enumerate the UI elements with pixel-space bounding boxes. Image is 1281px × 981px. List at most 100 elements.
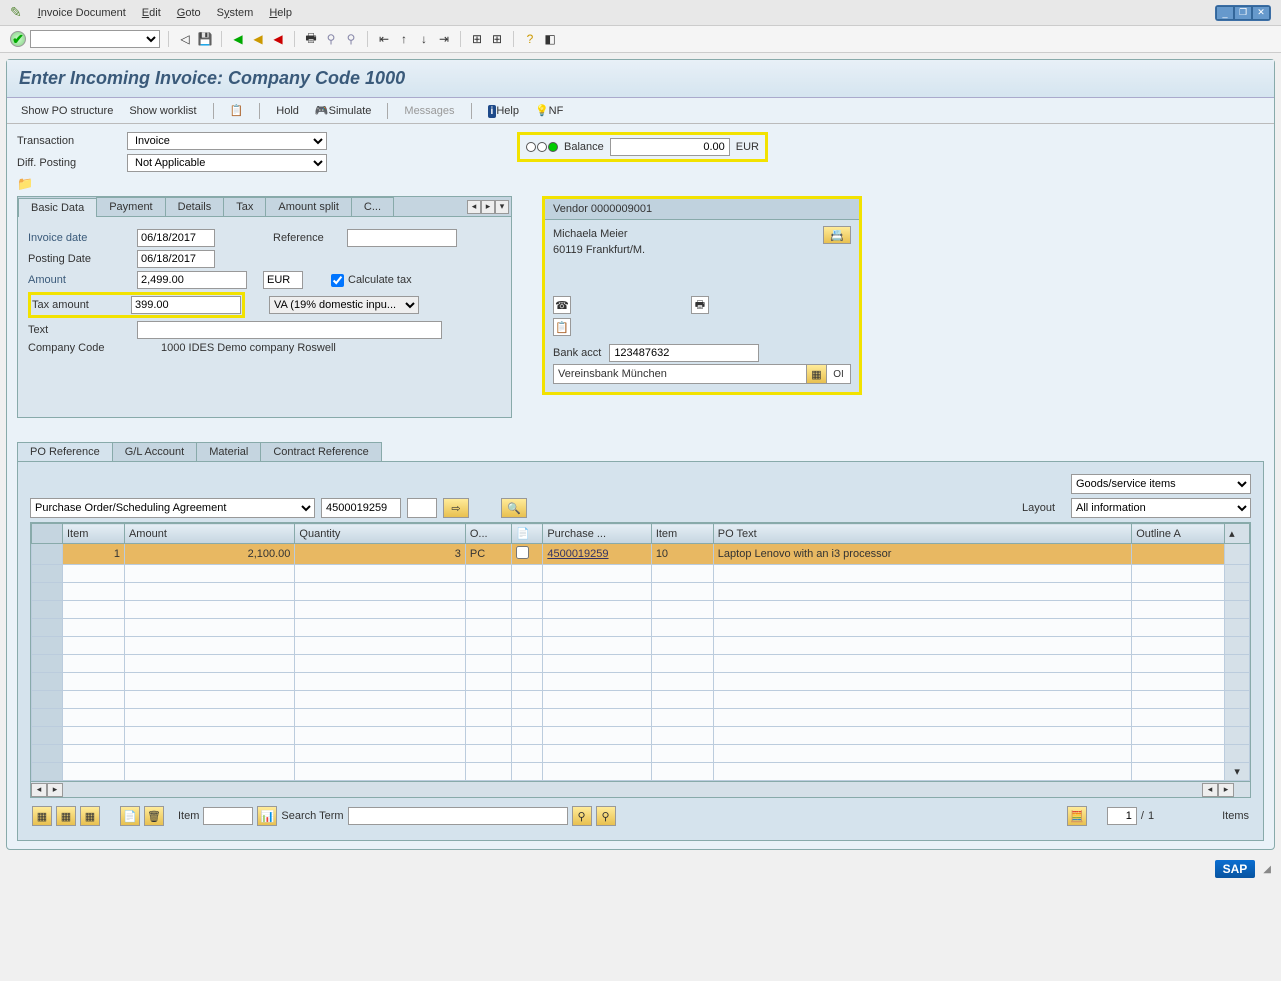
document-icon[interactable]: ✎ bbox=[10, 4, 22, 21]
vscroll-up-icon[interactable]: ▴ bbox=[1225, 524, 1250, 544]
table-row[interactable] bbox=[32, 727, 1250, 745]
hscroll-right2-icon[interactable]: ▸ bbox=[1218, 783, 1234, 797]
goods-service-select[interactable]: Goods/service items bbox=[1071, 474, 1251, 494]
find-icon[interactable]: ⚲ bbox=[323, 31, 339, 47]
col-flag[interactable]: 📄 bbox=[512, 524, 543, 544]
layout-icon[interactable]: ◧ bbox=[542, 31, 558, 47]
row-flag-checkbox[interactable] bbox=[516, 546, 529, 559]
menu-edit[interactable]: Edit bbox=[142, 7, 161, 19]
table-row[interactable] bbox=[32, 691, 1250, 709]
search-term-field[interactable] bbox=[348, 807, 568, 825]
menu-system[interactable]: System bbox=[217, 7, 254, 19]
tab-scroll-left-icon[interactable]: ◂ bbox=[467, 200, 481, 214]
col-amount[interactable]: Amount bbox=[124, 524, 294, 544]
folder-icon[interactable]: 📁 bbox=[17, 176, 35, 190]
create-session-icon[interactable]: ⊞ bbox=[469, 31, 485, 47]
print-icon[interactable]: 🖶 bbox=[303, 31, 319, 47]
vscroll-down-icon[interactable]: ▾ bbox=[1225, 763, 1250, 781]
hscroll-left-icon[interactable]: ◂ bbox=[31, 783, 47, 797]
item-number-field[interactable] bbox=[203, 807, 253, 825]
find-next-icon[interactable]: ⚲ bbox=[343, 31, 359, 47]
hscroll-left2-icon[interactable]: ◂ bbox=[1202, 783, 1218, 797]
tab-details[interactable]: Details bbox=[165, 197, 225, 216]
po-item-field[interactable] bbox=[407, 498, 437, 518]
show-worklist-button[interactable]: Show worklist bbox=[125, 103, 200, 119]
layout-select[interactable]: All information bbox=[1071, 498, 1251, 518]
clipboard-icon[interactable]: 📋 bbox=[553, 318, 571, 336]
calc-icon[interactable]: 🧮 bbox=[1067, 806, 1087, 826]
vendor-display-button[interactable]: 📇 bbox=[823, 226, 851, 244]
menu-help[interactable]: Help bbox=[269, 7, 292, 19]
calculate-tax-checkbox[interactable] bbox=[331, 274, 344, 287]
col-po-item[interactable]: Item bbox=[651, 524, 713, 544]
col-purchase[interactable]: Purchase ... bbox=[543, 524, 651, 544]
table-row[interactable]: 1 2,100.00 3 PC 4500019259 10 Laptop Len… bbox=[32, 544, 1250, 565]
back-icon[interactable]: ◁ bbox=[177, 31, 193, 47]
tab-more[interactable]: C... bbox=[351, 197, 394, 216]
sort-desc-icon[interactable]: 🗑 bbox=[144, 806, 164, 826]
menu-goto[interactable]: Goto bbox=[177, 7, 201, 19]
col-quantity[interactable]: Quantity bbox=[295, 524, 465, 544]
tax-amount-field[interactable] bbox=[131, 296, 241, 314]
deselect-all-icon[interactable]: ▦ bbox=[56, 806, 76, 826]
table-row[interactable] bbox=[32, 709, 1250, 727]
tab-tax[interactable]: Tax bbox=[223, 197, 266, 216]
amount-field[interactable] bbox=[137, 271, 247, 289]
tab-material[interactable]: Material bbox=[196, 442, 261, 461]
menu-invoice-document[interactable]: IInvoice Documentnvoice Document bbox=[38, 7, 126, 19]
col-outline[interactable]: Outline A bbox=[1132, 524, 1225, 544]
currency-field[interactable] bbox=[263, 271, 303, 289]
table-row[interactable] bbox=[32, 565, 1250, 583]
position-icon[interactable]: 📊 bbox=[257, 806, 277, 826]
tab-list-icon[interactable]: ▾ bbox=[495, 200, 509, 214]
select-all-icon[interactable]: ▦ bbox=[32, 806, 52, 826]
transaction-select[interactable]: Invoice bbox=[127, 132, 327, 150]
tab-gl-account[interactable]: G/L Account bbox=[112, 442, 198, 461]
table-row[interactable] bbox=[32, 673, 1250, 691]
shortcut-icon[interactable]: ⊞ bbox=[489, 31, 505, 47]
po-ref-type-select[interactable]: Purchase Order/Scheduling Agreement bbox=[30, 498, 315, 518]
hold-button[interactable]: Hold bbox=[272, 103, 303, 119]
reference-field[interactable] bbox=[347, 229, 457, 247]
tab-amount-split[interactable]: Amount split bbox=[265, 197, 352, 216]
table-row[interactable] bbox=[32, 601, 1250, 619]
sort-asc-icon[interactable]: 📄 bbox=[120, 806, 140, 826]
maximize-button[interactable]: ❐ bbox=[1234, 6, 1252, 20]
filter-icon[interactable]: ▦ bbox=[80, 806, 100, 826]
col-po-text[interactable]: PO Text bbox=[713, 524, 1131, 544]
po-more-button[interactable]: 🔍 bbox=[501, 498, 527, 518]
last-page-icon[interactable]: ⇥ bbox=[436, 31, 452, 47]
table-row[interactable] bbox=[32, 583, 1250, 601]
tab-scroll-right-icon[interactable]: ▸ bbox=[481, 200, 495, 214]
save-icon[interactable]: 💾 bbox=[197, 31, 213, 47]
first-page-icon[interactable]: ⇤ bbox=[376, 31, 392, 47]
tax-code-select[interactable]: VA (19% domestic inpu... bbox=[269, 296, 419, 314]
nf-button[interactable]: 💡NF bbox=[531, 102, 567, 119]
close-button[interactable]: ✕ bbox=[1252, 6, 1270, 20]
open-items-button[interactable]: OI bbox=[826, 365, 850, 383]
table-row[interactable] bbox=[32, 637, 1250, 655]
tab-payment[interactable]: Payment bbox=[96, 197, 165, 216]
exit-icon[interactable]: ◀ bbox=[250, 31, 266, 47]
find-next-grid-icon[interactable]: ⚲ bbox=[596, 806, 616, 826]
prev-page-icon[interactable]: ↑ bbox=[396, 31, 412, 47]
grid-corner[interactable] bbox=[32, 524, 63, 544]
col-item[interactable]: Item bbox=[62, 524, 124, 544]
help-icon[interactable]: ? bbox=[522, 31, 538, 47]
next-page-icon[interactable]: ↓ bbox=[416, 31, 432, 47]
help-button[interactable]: iHelp bbox=[484, 103, 523, 119]
po-number-field[interactable] bbox=[321, 498, 401, 518]
cancel-icon[interactable]: ◀ bbox=[270, 31, 286, 47]
hscroll-right-icon[interactable]: ▸ bbox=[47, 783, 63, 797]
invoice-date-field[interactable] bbox=[137, 229, 215, 247]
find-grid-icon[interactable]: ⚲ bbox=[572, 806, 592, 826]
tab-basic-data[interactable]: Basic Data bbox=[18, 198, 97, 217]
tab-contract-reference[interactable]: Contract Reference bbox=[260, 442, 381, 461]
show-po-structure-button[interactable]: Show PO structure bbox=[17, 103, 117, 119]
tab-po-reference[interactable]: PO Reference bbox=[17, 442, 113, 461]
col-unit[interactable]: O... bbox=[465, 524, 511, 544]
print-vendor-icon[interactable]: 🖶 bbox=[691, 296, 709, 314]
back-green-icon[interactable]: ◀ bbox=[230, 31, 246, 47]
command-field[interactable] bbox=[30, 30, 160, 48]
posting-date-field[interactable] bbox=[137, 250, 215, 268]
